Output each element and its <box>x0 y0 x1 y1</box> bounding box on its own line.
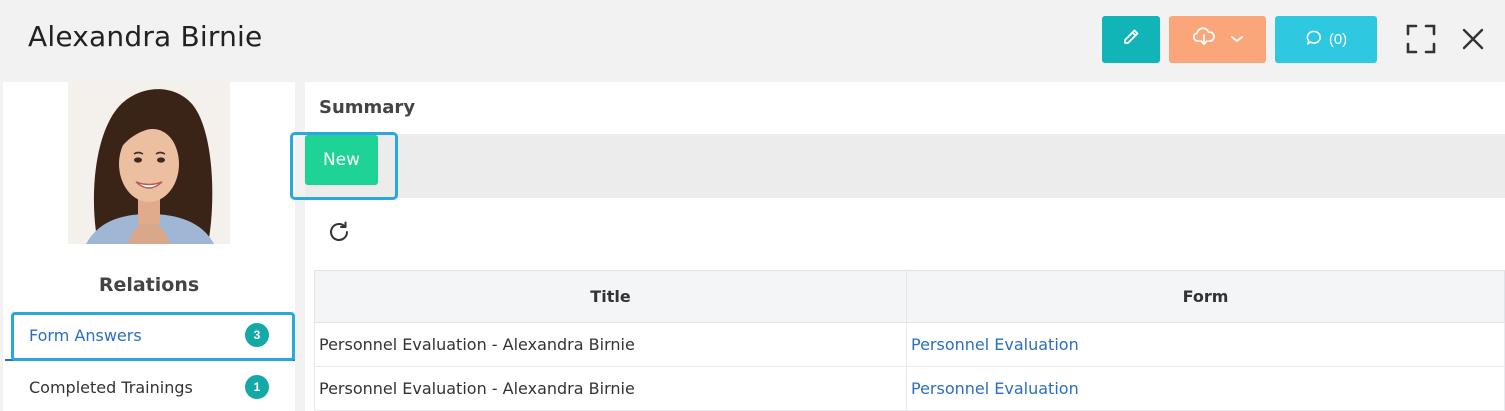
count-badge: 1 <box>245 375 269 399</box>
refresh-icon[interactable] <box>325 218 353 246</box>
table-header-row: Title Form <box>314 270 1505 323</box>
chevron-down-icon <box>1230 31 1244 49</box>
relations-title: Relations <box>98 274 200 296</box>
edit-button[interactable] <box>1102 16 1160 63</box>
fullscreen-icon[interactable] <box>1404 22 1438 56</box>
table-row[interactable]: Personnel Evaluation - Alexandra Birnie … <box>314 366 1505 411</box>
avatar <box>68 82 230 244</box>
form-link[interactable]: Personnel Evaluation <box>911 335 1079 354</box>
table-row[interactable]: Personnel Evaluation - Alexandra Birnie … <box>314 322 1505 367</box>
sidebar: Relations Form Answers 3 Completed Train… <box>3 82 295 411</box>
relation-label: Completed Trainings <box>29 377 193 397</box>
comments-button[interactable]: (0) <box>1275 16 1377 63</box>
relation-completed-trainings[interactable]: Completed Trainings 1 <box>3 364 295 410</box>
cloud-download-icon <box>1192 26 1216 53</box>
relation-form-answers[interactable]: Form Answers 3 <box>3 312 295 358</box>
comment-icon <box>1305 29 1323 51</box>
cell-title: Personnel Evaluation - Alexandra Birnie <box>314 366 907 411</box>
active-indicator <box>5 359 295 361</box>
count-badge: 3 <box>245 323 269 347</box>
column-header-form[interactable]: Form <box>906 270 1505 323</box>
cell-form: Personnel Evaluation <box>906 366 1505 411</box>
relation-label: Form Answers <box>29 325 142 345</box>
page-title: Alexandra Birnie <box>28 20 263 53</box>
close-icon[interactable] <box>1456 22 1490 56</box>
form-answers-table: Title Form Personnel Evaluation - Alexan… <box>314 270 1505 411</box>
cell-title: Personnel Evaluation - Alexandra Birnie <box>314 322 907 367</box>
export-dropdown-button[interactable] <box>1169 16 1266 63</box>
comment-count: (0) <box>1328 31 1348 48</box>
pencil-icon <box>1121 27 1141 52</box>
new-button[interactable]: New <box>305 135 378 185</box>
cell-form: Personnel Evaluation <box>906 322 1505 367</box>
toolbar <box>305 134 1505 198</box>
column-header-title[interactable]: Title <box>314 270 907 323</box>
summary-panel: Summary New Title Form Personnel Evaluat… <box>290 82 1505 411</box>
section-title: Summary <box>319 97 416 118</box>
form-link[interactable]: Personnel Evaluation <box>911 379 1079 398</box>
